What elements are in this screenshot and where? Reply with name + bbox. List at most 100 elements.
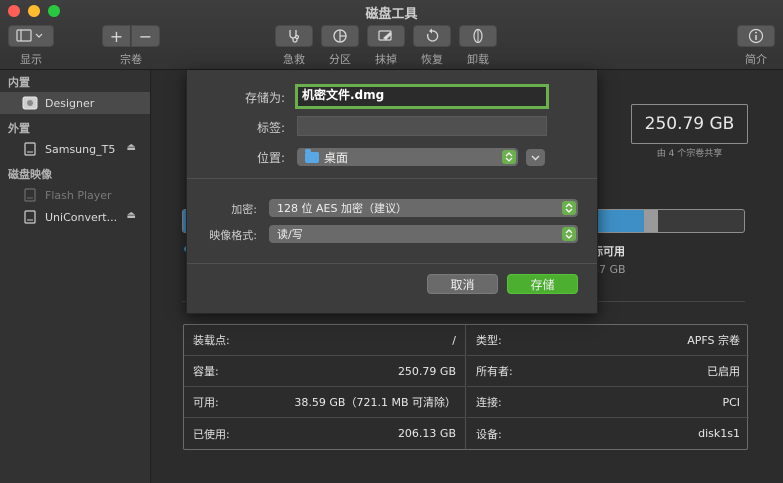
info-key: 容量: [193,365,219,378]
window-title: 磁盘工具 [365,7,418,22]
info-column-right: 类型: APFS 宗卷 所有者: 已启用 连接: PCI 设备: disk1s1 [467,325,749,449]
encryption-popup[interactable]: 128 位 AES 加密（建议） [269,199,578,217]
partition-control [321,25,359,47]
info-value: 38.59 GB（721.1 MB 可清除） [294,396,456,409]
info-key: 可用: [193,396,219,409]
info-value: 已启用 [707,365,740,378]
info-key: 装载点: [193,334,230,347]
encryption-label: 加密: [231,203,257,216]
restore-control [413,25,451,47]
tags-field[interactable] [297,116,547,136]
sidebar-header-disk-images: 磁盘映像 [8,168,52,181]
info-row: 连接: PCI [467,387,749,418]
sidebar-item-label: UniConvert... [45,210,118,224]
sidebar-view-icon [16,29,43,42]
info-value: PCI [722,395,740,409]
sidebar-item-flash-player[interactable]: Flash Player [0,184,150,206]
sidebar-header-external: 外置 [8,122,30,135]
save-as-label: 存储为: [244,91,285,105]
info-column-left: 装载点: / 容量: 250.79 GB 可用: 38.59 GB（721.1 MB … [184,325,466,449]
info-control [737,25,775,47]
sidebar-item-designer[interactable]: Designer [0,92,150,114]
sidebar-item-samsung-t5[interactable]: Samsung_T5 ⏏ [0,138,150,160]
info-key: 所有者: [476,365,513,378]
unmount-icon [473,28,483,44]
unmount-control [459,25,497,47]
remove-volume-button[interactable]: − [131,25,160,47]
expand-browser-button[interactable] [526,149,545,166]
info-button[interactable] [737,25,775,47]
restore-label: 恢复 [421,53,443,66]
disk-image-icon [22,210,38,224]
restore-button[interactable] [413,25,451,47]
internal-disk-icon [22,96,38,110]
info-row: 已使用: 206.13 GB [184,418,465,449]
first-aid-button[interactable] [275,25,313,47]
info-key: 类型: [476,334,502,347]
view-label: 显示 [20,53,42,66]
info-value: disk1s1 [698,427,740,440]
capacity-shared-note: 由 4 个宗卷共享 [656,149,723,159]
first-aid-control [275,25,313,47]
image-format-value: 读/写 [277,228,303,241]
restore-arrow-icon [426,28,439,42]
info-row: 装载点: / [184,325,465,356]
info-row: 容量: 250.79 GB [184,356,465,387]
erase-button[interactable] [367,25,405,47]
external-disk-icon [22,142,38,156]
sidebar-item-label: Flash Player [45,188,112,202]
image-format-label: 映像格式: [209,229,257,242]
save-image-sheet: 存储为: 机密文件.dmg 标签: 位置: 桌面 加密: 128 位 AES 加… [186,70,598,314]
sheet-divider [187,263,597,264]
plus-icon: + [109,26,124,46]
toolbar: 磁盘工具 显示 + − 宗卷 急救 分区 抹掉 恢复 卸载 简介 [0,0,783,70]
sidebar-header-internal: 内置 [8,76,30,89]
volume-control: + − [102,25,160,47]
info-icon [748,28,764,44]
capacity-box: 250.79 GB [631,104,748,144]
eject-icon[interactable]: ⏏ [127,142,136,153]
partition-pie-icon [333,29,347,43]
info-label: 简介 [745,53,767,66]
partition-button[interactable] [321,25,359,47]
minus-icon: − [138,26,153,46]
unmount-label: 卸载 [467,53,489,66]
info-row: 设备: disk1s1 [467,418,749,449]
erase-control [367,25,405,47]
info-value: 250.79 GB [397,364,456,378]
popup-stepper-icon [502,150,516,164]
cancel-button[interactable]: 取消 [427,274,498,294]
encryption-value: 128 位 AES 加密（建议） [277,202,407,215]
sheet-divider [187,178,597,179]
sidebar: 内置 Designer 外置 Samsung_T5 ⏏ 磁盘映像 Flash P… [0,70,151,483]
eject-icon[interactable]: ⏏ [127,210,136,221]
view-button[interactable] [8,25,54,47]
usage-purgeable-segment [644,210,659,232]
unmount-button[interactable] [459,25,497,47]
sidebar-item-label: Designer [45,96,95,110]
volume-info-table: 装载点: / 容量: 250.79 GB 可用: 38.59 GB（721.1 MB … [183,324,749,450]
sidebar-item-uniconvert[interactable]: UniConvert... ⏏ [0,206,150,228]
info-row: 类型: APFS 宗卷 [467,325,749,356]
chevron-down-icon [531,155,540,160]
save-button[interactable]: 存储 [507,274,578,294]
view-control [8,25,54,47]
sidebar-item-label: Samsung_T5 [45,142,116,156]
where-label: 位置: [256,151,285,165]
first-aid-label: 急救 [283,53,305,66]
info-row: 所有者: 已启用 [467,356,749,387]
add-volume-button[interactable]: + [102,25,131,47]
image-format-popup[interactable]: 读/写 [269,225,578,243]
info-value: / [452,333,456,347]
disk-image-icon [22,188,38,202]
save-as-field[interactable]: 机密文件.dmg [295,84,549,109]
info-value: APFS 宗卷 [687,334,740,347]
where-value: 桌面 [324,150,349,165]
info-key: 连接: [476,396,502,409]
where-popup[interactable]: 桌面 [297,148,518,166]
folder-icon [305,148,319,163]
info-key: 已使用: [193,427,230,441]
tags-label: 标签: [256,121,285,135]
erase-label: 抹掉 [375,53,397,66]
popup-stepper-icon [562,201,576,215]
